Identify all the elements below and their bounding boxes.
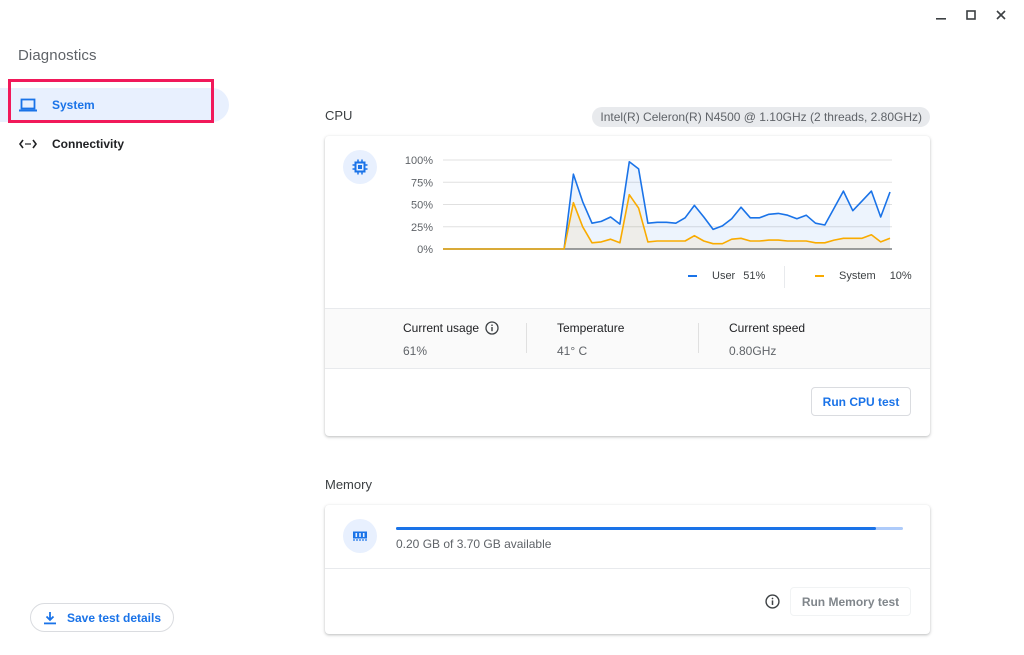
legend-user-swatch	[688, 275, 697, 277]
close-icon	[996, 10, 1006, 20]
memory-divider	[325, 568, 930, 569]
sidebar-item-label: Connectivity	[52, 137, 125, 151]
y-tick-label: 0%	[417, 244, 433, 256]
save-test-details-button[interactable]: Save test details	[30, 603, 174, 632]
run-cpu-test-button[interactable]: Run CPU test	[811, 387, 911, 416]
stat-current-usage-label: Current usage	[403, 321, 480, 335]
memory-icon	[343, 519, 377, 553]
stat-current-usage-value: 61%	[403, 344, 428, 358]
app-title: Diagnostics	[18, 47, 97, 64]
memory-info-icon[interactable]	[765, 594, 780, 609]
legend-divider	[784, 266, 785, 288]
stat-temperature: Temperature 41° C	[557, 321, 624, 358]
y-tick-label: 100%	[405, 155, 433, 167]
stat-current-speed-value: 0.80GHz	[729, 344, 777, 358]
legend-system-value: 10%	[889, 270, 912, 282]
stat-current-speed-label: Current speed	[729, 321, 806, 335]
cpu-section-title: CPU	[325, 108, 353, 123]
sidebar-item-label: System	[52, 98, 95, 112]
download-icon	[43, 611, 56, 624]
memory-section-title: Memory	[325, 477, 372, 492]
maximize-icon	[966, 10, 976, 20]
minimize-button[interactable]	[926, 6, 956, 24]
legend-system: System 10%	[815, 270, 912, 282]
legend-user-label: User	[712, 270, 736, 282]
y-tick-label: 50%	[411, 200, 433, 212]
run-memory-test-button[interactable]: Run Memory test	[790, 587, 911, 616]
connectivity-icon	[18, 136, 38, 152]
legend-system-swatch	[815, 275, 824, 277]
minimize-icon	[936, 18, 946, 20]
save-test-details-label: Save test details	[66, 610, 162, 625]
sidebar-item-connectivity[interactable]: Connectivity	[0, 127, 230, 161]
y-tick-label: 75%	[411, 177, 433, 189]
legend-system-label: System	[839, 270, 876, 282]
memory-available-text: 0.20 GB of 3.70 GB available	[396, 537, 552, 551]
cpu-stats: Current usage 61% Temperature 41° C Curr…	[325, 308, 930, 369]
memory-card: 0.20 GB of 3.70 GB available Run Memory …	[325, 505, 930, 634]
stat-current-speed: Current speed 0.80GHz	[729, 321, 805, 358]
stat-divider	[698, 323, 699, 353]
sidebar-item-system[interactable]: System	[0, 88, 229, 122]
maximize-button[interactable]	[956, 6, 986, 24]
stat-current-usage: Current usage 61%	[403, 321, 499, 358]
laptop-icon	[18, 97, 38, 113]
series-area-user	[443, 161, 890, 249]
window-controls	[926, 6, 1016, 24]
stat-temperature-value: 41° C	[557, 344, 588, 358]
stat-temperature-label: Temperature	[557, 321, 625, 335]
y-tick-label: 25%	[411, 222, 433, 234]
sidebar-nav: System Connectivity	[0, 88, 230, 166]
close-button[interactable]	[986, 6, 1016, 24]
info-icon[interactable]	[485, 321, 499, 335]
memory-usage-bar-fill	[396, 527, 876, 530]
legend-user-value: 51%	[743, 270, 766, 282]
cpu-card: 100% 75% 50% 25% 0% User 51% System 10% Curr…	[325, 136, 930, 436]
stat-divider	[526, 323, 527, 353]
cpu-processor-chip: Intel(R) Celeron(R) N4500 @ 1.10GHz (2 t…	[592, 107, 930, 127]
memory-usage-bar	[396, 527, 903, 530]
legend-user: User 51%	[688, 270, 765, 282]
cpu-usage-chart: 100% 75% 50% 25% 0%	[405, 155, 892, 256]
